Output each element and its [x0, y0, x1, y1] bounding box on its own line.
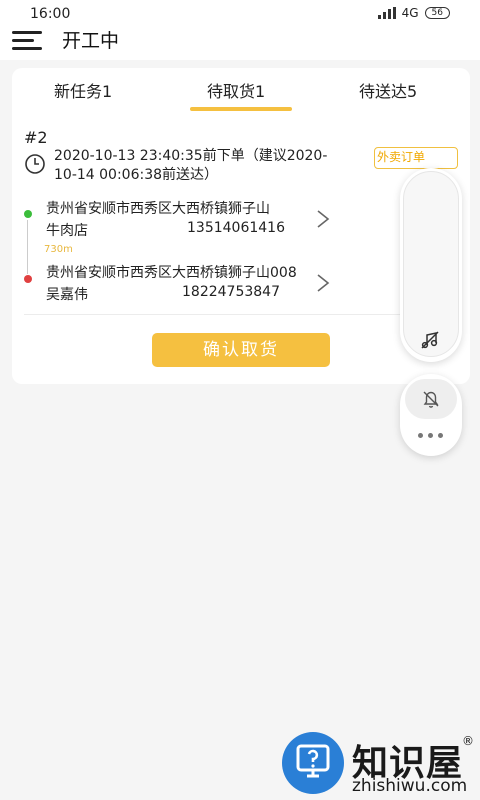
- watermark-registered-mark: ®: [462, 734, 474, 748]
- divider: [24, 314, 456, 315]
- pickup-phone[interactable]: 13514061416: [187, 220, 285, 236]
- tab-pending-delivery[interactable]: 待送达5: [359, 78, 417, 102]
- confirm-pickup-button[interactable]: 确认取货: [152, 333, 330, 367]
- help-monitor-icon: [296, 744, 330, 778]
- network-label: 4G: [401, 6, 419, 20]
- delivery-dot: [24, 275, 32, 283]
- route-line: [27, 220, 28, 274]
- pickup-detail-arrow-icon[interactable]: [315, 208, 331, 230]
- tab-pending-pickup[interactable]: 待取货1: [207, 78, 265, 102]
- pickup-name: 牛肉店: [46, 223, 88, 239]
- hamburger-menu-icon[interactable]: [12, 28, 42, 52]
- bell-off-icon[interactable]: [420, 388, 442, 410]
- delivery-name: 吴嘉伟: [46, 287, 88, 303]
- tab-new-tasks[interactable]: 新任务1: [54, 78, 112, 102]
- watermark-domain: zhishiwu.com: [352, 776, 468, 796]
- order-type-badge: 外卖订单: [374, 147, 458, 169]
- order-time-line2: 10-14 00:06:38前送达）: [54, 167, 219, 183]
- status-bar: 16:00 4G 56: [0, 0, 480, 24]
- active-tab-indicator: [190, 107, 292, 111]
- clock-icon: [25, 154, 45, 174]
- signal-icon: [377, 7, 396, 19]
- pickup-address: 贵州省安顺市西秀区大西桥镇狮子山: [46, 201, 270, 217]
- tab-bar: 新任务1 待取货1 待送达5: [12, 68, 470, 114]
- music-off-icon[interactable]: [419, 329, 441, 351]
- page-title: 开工中: [62, 30, 120, 52]
- status-icons: 4G 56: [377, 6, 450, 20]
- order-time-line1: 2020-10-13 23:40:35前下单（建议2020-: [54, 148, 328, 164]
- delivery-phone[interactable]: 18224753847: [182, 284, 280, 300]
- pickup-dot: [24, 210, 32, 218]
- order-time: 2020-10-13 23:40:35前下单（建议2020- 10-14 00:…: [54, 147, 384, 185]
- delivery-address: 贵州省安顺市西秀区大西桥镇狮子山008: [46, 265, 297, 281]
- app-header: 开工中: [0, 24, 480, 60]
- delivery-detail-arrow-icon[interactable]: [315, 272, 331, 294]
- battery-icon: 56: [424, 7, 450, 19]
- distance-label: 730m: [44, 244, 73, 255]
- watermark-logo: [282, 732, 344, 794]
- order-number: #2: [24, 128, 48, 147]
- more-icon[interactable]: [418, 433, 444, 439]
- status-time: 16:00: [30, 6, 71, 22]
